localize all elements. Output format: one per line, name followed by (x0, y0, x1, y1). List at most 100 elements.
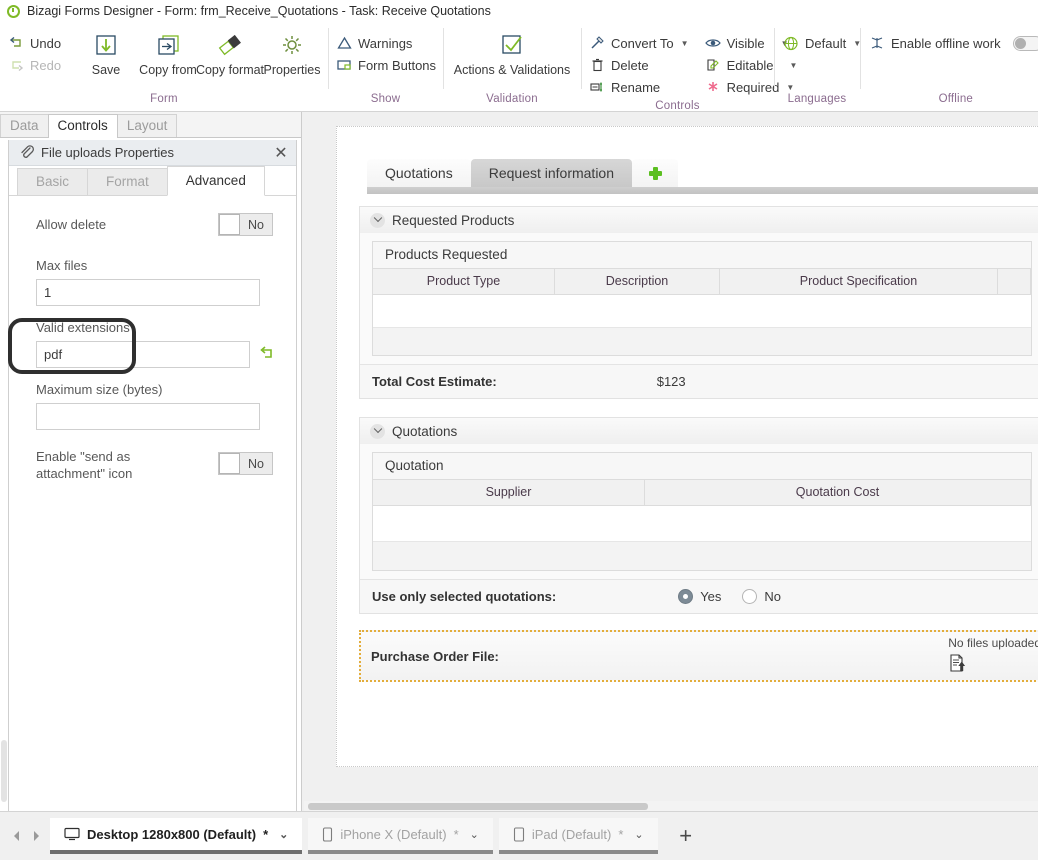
add-device-button[interactable]: + (664, 818, 708, 854)
tablet-icon (513, 826, 524, 842)
form-tab-quotations[interactable]: Quotations (367, 159, 471, 187)
send-as-attachment-label: Enable "send as attachment" icon (36, 449, 133, 481)
editable-label: Editable (726, 57, 774, 73)
field-max-files: Max files (36, 258, 276, 306)
rename-button[interactable]: Rename (586, 76, 693, 98)
section-body: Products Requested Product Type Descript… (360, 233, 1038, 364)
file-upload-control[interactable]: No files uploaded (948, 636, 1038, 676)
tab-layout[interactable]: Layout (116, 114, 178, 137)
eye-icon (704, 39, 721, 47)
maximum-size-label: Maximum size (bytes) (36, 382, 163, 397)
max-files-input[interactable] (36, 279, 260, 306)
section-requested-products: Requested Products Products Requested Pr… (359, 206, 1038, 399)
section-title: Quotations (392, 423, 458, 439)
enable-offline-work-label: Enable offline work (891, 35, 1001, 51)
undo-button[interactable]: Undo (5, 32, 75, 54)
total-cost-estimate-label: Total Cost Estimate: (372, 374, 497, 389)
total-cost-estimate-row: Total Cost Estimate: $123 (360, 364, 1038, 398)
ribbon-group-show: Warnings Form Buttons Show (328, 22, 443, 111)
convert-to-label: Convert To (611, 35, 674, 51)
offline-icon (871, 37, 883, 49)
canvas-horizontal-scrollbar[interactable] (304, 801, 1038, 811)
main-area: Data Controls Layout File uploads Proper… (0, 112, 1038, 823)
subtab-basic[interactable]: Basic (17, 168, 89, 196)
allow-delete-value: No (248, 217, 264, 232)
section-body: Quotation Supplier Quotation Cost (360, 444, 1038, 579)
enable-offline-work-toggle[interactable]: Enable offline work (865, 32, 1038, 54)
table-row[interactable] (373, 295, 1031, 328)
file-upload-icon[interactable] (948, 653, 968, 676)
section-header[interactable]: Quotations (360, 418, 1038, 444)
offline-switch[interactable] (1012, 35, 1038, 51)
close-icon[interactable]: ✕ (272, 144, 290, 162)
properties-button[interactable]: Properties (261, 26, 323, 77)
field-maximum-size: Maximum size (bytes) (36, 382, 276, 430)
left-panel: Data Controls Layout File uploads Proper… (0, 112, 302, 823)
radio-yes[interactable] (678, 589, 694, 604)
chevron-down-icon[interactable] (370, 212, 385, 228)
table-row[interactable] (373, 506, 1031, 542)
default-language-button[interactable]: Default ▼ (779, 32, 865, 54)
copy-from-button[interactable]: Copy from (137, 26, 199, 77)
warnings-button[interactable]: Warnings (333, 32, 440, 54)
column-quotation-cost[interactable]: Quotation Cost (645, 480, 1031, 505)
column-extra[interactable] (998, 269, 1031, 294)
section-title: Requested Products (392, 212, 515, 228)
redo-button[interactable]: Redo (5, 54, 75, 76)
chevron-down-icon[interactable]: ⌄ (470, 828, 479, 841)
tab-controls[interactable]: Controls (47, 114, 118, 138)
device-tab-ipad[interactable]: iPad (Default) * ⌄ (498, 818, 658, 854)
save-button[interactable]: Save (75, 26, 137, 77)
form-surface: Quotations Request information Requested… (336, 126, 1038, 767)
form-tab-request-information[interactable]: Request information (470, 159, 633, 187)
chevron-down-icon[interactable]: ⌄ (634, 828, 643, 841)
purchase-order-file-row[interactable]: Purchase Order File: No files uploaded (359, 630, 1038, 682)
column-product-specification[interactable]: Product Specification (720, 269, 998, 294)
chevron-down-icon[interactable]: ⌄ (279, 828, 288, 841)
device-tab-iphone-x[interactable]: iPhone X (Default) * ⌄ (308, 818, 493, 854)
redo-label: Redo (30, 57, 62, 73)
purchase-order-file-label: Purchase Order File: (371, 648, 499, 664)
actions-validations-button[interactable]: Actions & Validations (446, 26, 579, 77)
device-tab-desktop[interactable]: Desktop 1280x800 (Default) * ⌄ (50, 818, 303, 854)
add-tab-button[interactable] (632, 159, 679, 187)
total-cost-estimate-value: $123 (656, 374, 686, 389)
column-product-type[interactable]: Product Type (373, 269, 555, 294)
ribbon-group-label-languages: Languages (787, 93, 847, 105)
radio-no[interactable] (742, 589, 758, 604)
toggle-handle (219, 453, 240, 474)
delete-button[interactable]: Delete (586, 54, 693, 76)
warning-triangle-icon (337, 36, 352, 49)
send-as-attachment-toggle[interactable]: No (218, 452, 273, 475)
nav-prev-icon[interactable] (8, 826, 24, 846)
allow-delete-toggle[interactable]: No (218, 213, 273, 236)
grid-footer (373, 328, 1031, 355)
properties-title: File uploads Properties (41, 145, 174, 160)
column-description[interactable]: Description (555, 269, 720, 294)
asterisk-icon (708, 82, 717, 91)
convert-to-button[interactable]: Convert To ▼ (586, 32, 693, 54)
paperclip-icon (19, 145, 35, 160)
scrollbar-thumb[interactable] (1, 740, 7, 802)
maximum-size-input[interactable] (36, 403, 260, 430)
scrollbar-thumb[interactable] (308, 803, 648, 810)
left-panel-scrollbar[interactable] (0, 138, 8, 823)
chevron-down-icon[interactable] (370, 423, 385, 439)
section-header[interactable]: Requested Products (360, 207, 1038, 233)
redo-icon (12, 60, 24, 71)
use-only-selected-quotations-row: Use only selected quotations: Yes No (360, 579, 1038, 613)
subtab-format[interactable]: Format (87, 168, 168, 196)
tab-data[interactable]: Data (0, 114, 49, 137)
device-tab-modified-star: * (263, 826, 269, 842)
send-as-attachment-value: No (248, 456, 264, 471)
nav-next-icon[interactable] (28, 826, 44, 846)
column-supplier[interactable]: Supplier (373, 480, 645, 505)
form-buttons-button[interactable]: Form Buttons (333, 54, 440, 76)
subtab-advanced[interactable]: Advanced (166, 166, 265, 196)
ribbon-toolbar: Undo Redo Save Copy from Copy format Pro… (0, 22, 1038, 112)
copy-format-button[interactable]: Copy format (196, 26, 264, 77)
valid-extensions-input[interactable] (36, 341, 250, 368)
ribbon-group-label-show: Show (370, 93, 401, 105)
device-tab-modified-star: * (618, 826, 624, 842)
reset-arrow-icon[interactable] (258, 345, 276, 364)
